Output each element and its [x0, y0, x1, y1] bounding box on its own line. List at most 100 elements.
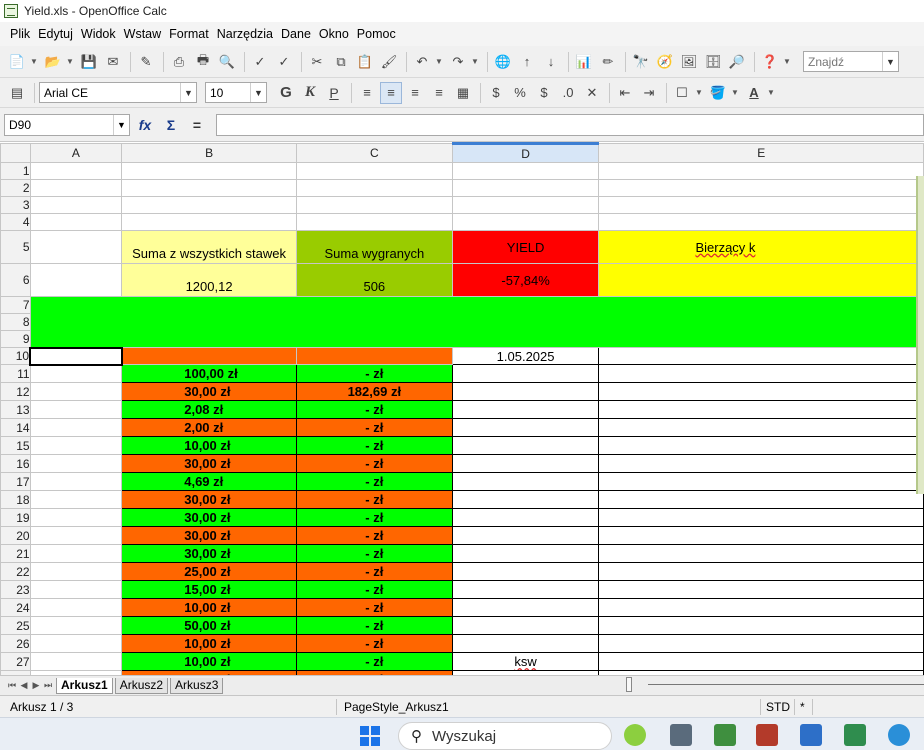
win-cell[interactable]: - zł	[295, 364, 453, 383]
cell[interactable]	[598, 364, 924, 383]
cell[interactable]	[121, 196, 297, 214]
stake-cell[interactable]: 25,00 zł	[121, 562, 297, 581]
font-size-dropdown-icon[interactable]: ▼	[250, 83, 266, 102]
justify-icon[interactable]: ≡	[428, 82, 450, 104]
win-cell[interactable]: - zł	[295, 652, 453, 671]
cell[interactable]	[29, 544, 123, 563]
cell[interactable]	[29, 508, 123, 527]
standard-format-icon[interactable]: $	[533, 82, 555, 104]
stake-cell[interactable]: 10,00 zł	[121, 652, 297, 671]
stake-cell[interactable]: 100,00 zł	[121, 364, 297, 383]
font-color-dropdown-icon[interactable]: ▼	[767, 88, 775, 97]
game-icon[interactable]	[756, 724, 778, 746]
cell[interactable]	[451, 400, 600, 419]
column-header-e[interactable]: E	[598, 143, 924, 163]
win-cell[interactable]: - zł	[295, 616, 453, 635]
column-header-d[interactable]: D	[451, 142, 600, 163]
find-input[interactable]: Znajdź ▼	[803, 51, 899, 72]
cell[interactable]	[121, 347, 297, 365]
cell[interactable]	[598, 544, 924, 563]
function-icon[interactable]: =	[186, 114, 208, 136]
cell[interactable]	[29, 598, 123, 617]
cell[interactable]	[598, 634, 924, 653]
stake-cell[interactable]: 10,00 zł	[121, 634, 297, 653]
wins-sum-cell[interactable]: 506	[295, 263, 453, 297]
win-cell[interactable]: - zł	[295, 490, 453, 509]
win-cell[interactable]: - zł	[295, 598, 453, 617]
stake-cell[interactable]: 30,00 zł	[121, 490, 297, 509]
add-decimal-icon[interactable]: .0	[557, 82, 579, 104]
cell[interactable]	[598, 196, 924, 214]
row-header[interactable]: 11	[0, 364, 31, 383]
cards-game-icon[interactable]	[844, 724, 866, 746]
borders-dropdown-icon[interactable]: ▼	[695, 88, 703, 97]
cell[interactable]	[29, 179, 123, 197]
cell[interactable]	[598, 263, 924, 297]
save-icon[interactable]: 💾	[78, 51, 100, 73]
app-icon[interactable]	[888, 724, 910, 746]
cell[interactable]	[451, 634, 600, 653]
win-cell[interactable]: - zł	[295, 508, 453, 527]
menu-data[interactable]: Dane	[277, 27, 315, 41]
date-cell[interactable]: 1.05.2025	[451, 347, 600, 365]
navigator-icon[interactable]: 🧭	[654, 51, 676, 73]
cell[interactable]	[451, 562, 600, 581]
cell[interactable]	[29, 364, 123, 383]
cell[interactable]	[29, 634, 123, 653]
first-sheet-icon[interactable]: ⏮	[6, 680, 18, 691]
row-header[interactable]: 24	[0, 598, 31, 617]
yield-value-cell[interactable]: -57,84%	[451, 263, 600, 297]
undo-dropdown-icon[interactable]: ▼	[435, 57, 443, 66]
cell[interactable]	[598, 598, 924, 617]
currency-format-icon[interactable]: $	[485, 82, 507, 104]
function-wizard-icon[interactable]: fx	[134, 114, 156, 136]
stakes-sum-cell[interactable]: 1200,12	[121, 263, 297, 297]
borders-icon[interactable]: ☐	[671, 82, 693, 104]
horizontal-scroll-handle[interactable]	[626, 677, 632, 692]
cell[interactable]	[451, 454, 600, 473]
windows-start-icon[interactable]	[360, 726, 380, 746]
win-cell[interactable]: - zł	[295, 544, 453, 563]
undo-icon[interactable]: ↶	[411, 51, 433, 73]
autospellcheck-icon[interactable]: ✓	[273, 51, 295, 73]
row-header[interactable]: 4	[0, 213, 31, 231]
sheet-tab-arkusz2[interactable]: Arkusz2	[114, 677, 169, 694]
redo-dropdown-icon[interactable]: ▼	[471, 57, 479, 66]
redo-icon[interactable]: ↷	[447, 51, 469, 73]
export-pdf-icon[interactable]: ⎙	[168, 51, 190, 73]
row-header[interactable]: 13	[0, 400, 31, 419]
win-cell[interactable]: - zł	[295, 454, 453, 473]
cell[interactable]	[598, 418, 924, 437]
menu-tools[interactable]: Narzędzia	[213, 27, 277, 41]
styles-formatting-icon[interactable]: ▤	[6, 82, 28, 104]
cell[interactable]	[451, 598, 600, 617]
cell[interactable]	[598, 616, 924, 635]
menu-help[interactable]: Pomoc	[353, 27, 400, 41]
row-header[interactable]: 18	[0, 490, 31, 509]
cell[interactable]	[295, 179, 453, 197]
row-header[interactable]: 19	[0, 508, 31, 527]
menu-file[interactable]: Plik	[6, 27, 34, 41]
cell[interactable]	[598, 179, 924, 197]
cell[interactable]	[451, 196, 600, 214]
cell[interactable]	[598, 652, 924, 671]
bold-button[interactable]: G	[275, 82, 297, 104]
win-cell[interactable]: - zł	[295, 580, 453, 599]
cell[interactable]	[451, 472, 600, 491]
cell[interactable]	[598, 508, 924, 527]
sort-ascending-icon[interactable]: ↑	[516, 51, 538, 73]
cell[interactable]	[29, 472, 123, 491]
row-header[interactable]: 22	[0, 562, 31, 581]
cell[interactable]	[29, 382, 123, 401]
underline-button[interactable]: P	[323, 82, 345, 104]
name-box[interactable]: D90 ▼	[4, 113, 130, 136]
open-folder-icon[interactable]: 📂	[42, 51, 64, 73]
stake-cell[interactable]: 10,00 zł	[121, 436, 297, 455]
copy-icon[interactable]: ⧉	[330, 51, 352, 73]
merge-cells-icon[interactable]: ▦	[452, 82, 474, 104]
note-cell[interactable]: ksw	[451, 652, 600, 671]
row-header[interactable]: 15	[0, 436, 31, 455]
clone-format-icon[interactable]: 🖌	[378, 51, 400, 73]
taskbar-search-box[interactable]: ⚲ Wyszukaj	[398, 722, 612, 750]
row-header[interactable]: 6	[0, 263, 31, 297]
